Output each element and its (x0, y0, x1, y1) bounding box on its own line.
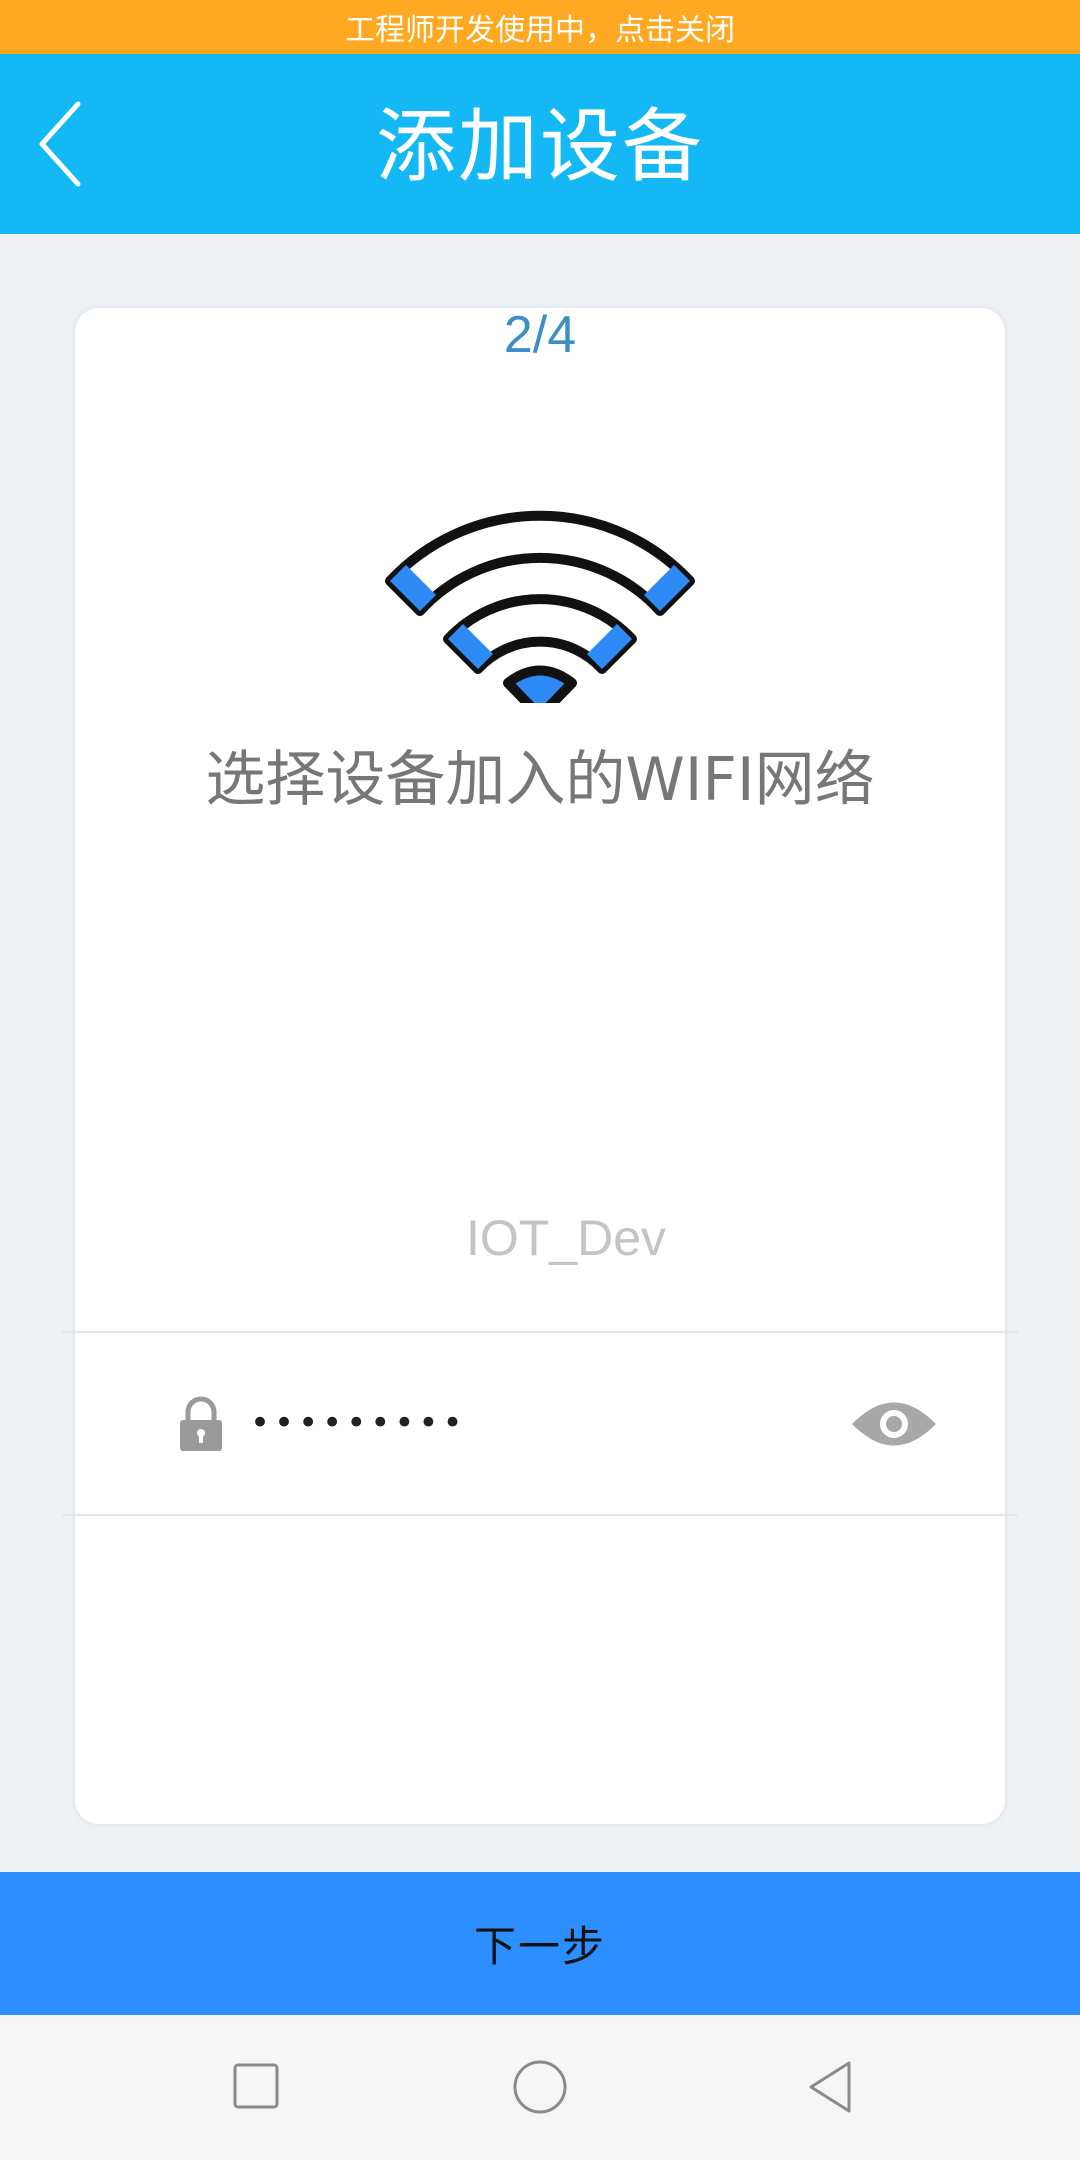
app-header: 添加设备 (0, 54, 1080, 234)
eye-icon (852, 1402, 936, 1446)
step-indicator: 2/4 (503, 306, 577, 364)
page-title: 添加设备 (376, 100, 704, 193)
system-nav-bar (0, 2015, 1080, 2160)
ssid-selector[interactable]: IOT_Dev (75, 1208, 1005, 1268)
ssid-divider (62, 1331, 1018, 1333)
password-visibility-toggle[interactable] (850, 1397, 938, 1451)
dev-mode-banner-text: 工程师开发使用中，点击关闭 (345, 13, 735, 48)
lock-icon (180, 1396, 222, 1451)
dev-mode-banner[interactable]: 工程师开发使用中，点击关闭 (0, 0, 1080, 54)
instruction-text: 选择设备加入的WIFI网络 (205, 745, 875, 815)
wifi-setup-card: 2/4 选择设备加入的WIFI网络 IOT_Dev (75, 308, 1005, 1824)
recents-square-icon[interactable] (233, 2063, 279, 2109)
password-divider (62, 1514, 1018, 1516)
wifi-password-input[interactable] (250, 1392, 810, 1454)
back-triangle-icon[interactable] (805, 2059, 855, 2115)
next-step-button[interactable]: 下一步 (0, 1872, 1080, 2015)
home-circle-icon[interactable] (512, 2059, 568, 2115)
wifi-icon (385, 510, 695, 703)
